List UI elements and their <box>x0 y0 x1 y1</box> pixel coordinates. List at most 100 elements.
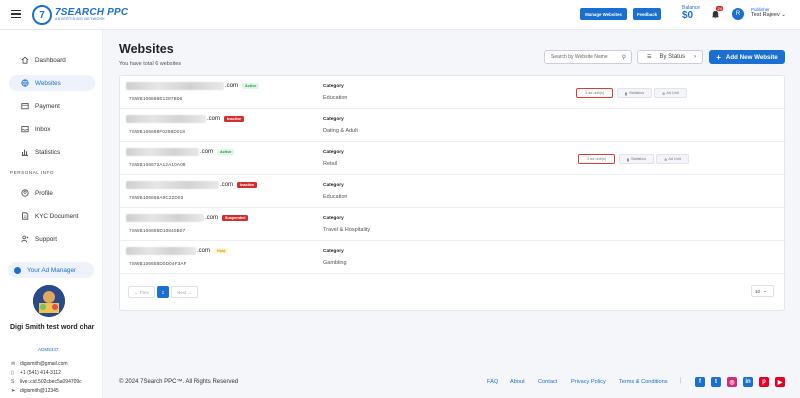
search-input[interactable]: Search by Website Name ⚲ <box>544 50 632 64</box>
user-menu[interactable]: Publisher Test Rajeev ⌄ <box>751 7 786 19</box>
website-row[interactable]: .com Active 7SWB106698E1287B06 Category E… <box>120 76 786 109</box>
website-domain[interactable]: .com Suspended <box>126 214 249 222</box>
ad-manager-skype[interactable]: Slive:.cid.502cbec5a094709c <box>11 379 82 385</box>
sidebar-item-label: KYC Document <box>35 212 79 220</box>
category-label: Category <box>323 249 344 254</box>
site-id: 7SWB106672A12A10A08 <box>129 162 186 167</box>
sidebar-item-label: Support <box>35 235 58 243</box>
plus-circle-icon: ⊕ <box>662 91 666 96</box>
next-page-button[interactable]: Next → <box>171 286 198 298</box>
plus-icon: + <box>716 52 721 62</box>
status-badge: Inactive <box>237 182 258 188</box>
domain-suffix: .com <box>205 215 219 221</box>
ad-units-button[interactable]: 3 ad unit(s) <box>576 88 613 98</box>
category-label: Category <box>323 117 344 122</box>
manage-websites-button[interactable]: Manage Websites <box>580 8 627 20</box>
sidebar-item-statistics[interactable]: Statistics <box>9 144 95 160</box>
page-button-current[interactable]: 1 <box>157 286 169 298</box>
status-badge: Active <box>242 83 260 89</box>
category-value: Education <box>323 95 348 101</box>
redacted-domain <box>126 214 204 222</box>
top-header: 7 7SEARCH PPC ADVERTISING NETWORK Manage… <box>0 0 800 30</box>
sidebar-item-dashboard[interactable]: Dashboard <box>9 52 95 68</box>
website-domain[interactable]: .com Active <box>126 148 235 156</box>
logo[interactable]: 7 7SEARCH PPC ADVERTISING NETWORK <box>32 5 128 25</box>
website-domain[interactable]: .com Inactive <box>126 115 245 123</box>
sidebar-item-profile[interactable]: Profile <box>9 185 95 201</box>
redacted-domain <box>126 148 199 156</box>
website-domain[interactable]: .com Active <box>126 82 260 90</box>
prev-page-button[interactable]: ← Prev <box>128 286 155 298</box>
footer-link-contact[interactable]: Contact <box>538 379 557 385</box>
logo-subtitle: ADVERTISING NETWORK <box>55 17 106 22</box>
ad-manager-icon <box>14 266 21 274</box>
category-value: Travel & Hospitality <box>323 227 371 233</box>
instagram-icon[interactable]: ◎ <box>727 377 737 387</box>
status-badge: Inactive <box>224 116 245 122</box>
ad-units-button[interactable]: 3 ad unit(s) <box>578 154 615 164</box>
statistics-label: Statistics <box>630 157 647 161</box>
sidebar-item-payment[interactable]: Payment <box>9 98 95 114</box>
ad-unit-button[interactable]: ⊕ Ad Unit <box>656 154 689 164</box>
document-icon <box>22 212 29 220</box>
website-domain[interactable]: .com Inactive <box>126 181 258 189</box>
statistics-button[interactable]: ▮ Statistics <box>619 154 654 164</box>
footer-link-terms[interactable]: Terms & Conditions <box>619 379 668 385</box>
website-row[interactable]: .com Inactive 7SWB106668A9C22D03 Category… <box>120 175 786 208</box>
footer-link-faq[interactable]: FAQ <box>487 379 498 385</box>
contact-value: +1 (541) 414-3112 <box>20 370 61 376</box>
statistics-button[interactable]: ▮ Statistics <box>617 88 652 98</box>
domain-suffix: .com <box>197 248 211 254</box>
category-label: Category <box>323 84 344 89</box>
per-page-value: 10 <box>755 288 761 294</box>
phone-icon: ▯ <box>11 370 14 376</box>
plus-circle-icon: ⊕ <box>664 157 668 162</box>
website-row[interactable]: .com Suspended 7SWB106658D10840B07 Catego… <box>120 208 786 241</box>
menu-icon[interactable] <box>11 10 21 18</box>
status-badge: Hold <box>214 248 229 254</box>
support-icon <box>21 235 29 243</box>
pinterest-icon[interactable]: p <box>759 377 769 387</box>
search-icon[interactable]: ⚲ <box>622 54 626 61</box>
website-row[interactable]: .com Active 7SWB106672A12A10A08 Category … <box>120 142 786 175</box>
sidebar-item-websites[interactable]: Websites <box>9 75 95 91</box>
chevron-down-icon: ⌄ <box>781 12 786 19</box>
website-domain[interactable]: .com Hold <box>126 247 229 255</box>
chevron-right-icon: › <box>694 54 696 60</box>
status-filter-label: By Status <box>659 54 686 60</box>
sidebar-item-kyc-document[interactable]: KYC Document <box>9 208 95 224</box>
skype-icon: S <box>11 379 15 385</box>
globe-icon <box>21 79 29 87</box>
category-value: Education <box>323 194 348 200</box>
youtube-icon[interactable]: ▶ <box>775 377 785 387</box>
twitter-icon[interactable]: t <box>711 377 721 387</box>
ad-unit-label: Ad Unit <box>668 157 681 161</box>
ad-manager-email[interactable]: ✉ digismith@gmail.com <box>11 361 68 367</box>
linkedin-icon[interactable]: in <box>743 377 753 387</box>
ad-unit-button[interactable]: ⊕ Ad Unit <box>654 88 687 98</box>
sidebar-item-support[interactable]: Support <box>9 231 95 247</box>
copyright: © 2024 7Search PPC™. All Rights Reserved <box>119 379 239 385</box>
wallet-icon <box>21 103 29 110</box>
category-label: Category <box>323 150 344 155</box>
domain-suffix: .com <box>225 83 239 89</box>
footer-link-privacy-policy[interactable]: Privacy Policy <box>571 379 606 385</box>
footer-link-about[interactable]: About <box>510 379 525 385</box>
balance-value: $0 <box>682 10 694 21</box>
mail-icon: ✉ <box>11 361 16 367</box>
facebook-icon[interactable]: f <box>695 377 705 387</box>
sidebar-item-inbox[interactable]: Inbox <box>9 121 95 137</box>
feedback-button[interactable]: Feedback <box>633 8 661 20</box>
ad-manager-phone[interactable]: ▯ +1 (541) 414-3112 <box>11 370 61 376</box>
add-new-website-button[interactable]: + Add New Website <box>709 50 785 64</box>
avatar[interactable]: R <box>732 8 744 20</box>
website-row[interactable]: .com Hold 7SWB106658D0D04F3AF Category Ga… <box>120 241 786 274</box>
per-page-select[interactable]: 10 ⌄ <box>751 285 774 297</box>
chevron-down-icon: ⌄ <box>763 288 767 293</box>
bell-icon[interactable] <box>711 10 720 19</box>
balance[interactable]: Balance $0 <box>682 6 700 21</box>
page-title: Websites <box>119 42 174 56</box>
ad-manager-telegram[interactable]: ➤ digismith@12345 <box>11 388 59 394</box>
status-filter-button[interactable]: ☰ By Status › <box>637 50 703 64</box>
website-row[interactable]: .com Inactive 7SWB106688F0298D018 Categor… <box>120 109 786 142</box>
